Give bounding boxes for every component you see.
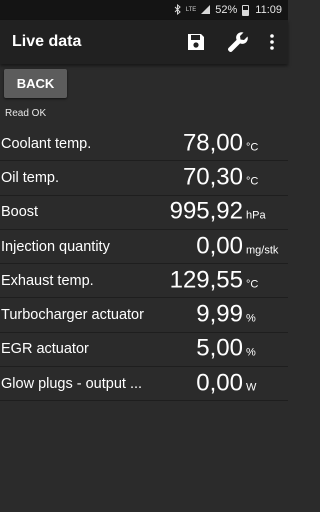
row-value: 0,00: [196, 369, 243, 397]
row-unit: %: [246, 312, 256, 325]
clock: 11:09: [255, 4, 282, 16]
status-bar: LTE 52% 11:09: [0, 0, 288, 20]
live-data-list: Coolant temp. 78,00 °C Oil temp. 70,30 °C Boos…: [0, 127, 288, 402]
row-unit: hPa: [246, 209, 266, 222]
bluetooth-icon: [174, 3, 182, 17]
row-label: Boost: [1, 204, 39, 221]
row-unit: °C: [246, 141, 259, 154]
row-value: 9,99: [196, 300, 243, 328]
battery-icon: [242, 4, 250, 16]
save-button[interactable]: [180, 26, 212, 58]
wrench-icon: [226, 30, 250, 54]
lte-signal-icon: LTE: [185, 7, 197, 13]
battery-percent: 52%: [215, 4, 238, 16]
row-value: 78,00: [182, 129, 243, 157]
row-value: 5,00: [196, 334, 243, 362]
row-label: Glow plugs - output ...: [1, 375, 143, 392]
row-label: EGR actuator: [1, 341, 89, 358]
row-unit: mg/stk: [246, 244, 279, 257]
read-status: Read OK: [5, 108, 47, 119]
signal-icon: [200, 4, 211, 17]
overflow-menu-button[interactable]: [262, 26, 282, 58]
data-row[interactable]: Glow plugs - output ... 0,00 W: [0, 367, 288, 402]
data-row[interactable]: EGR actuator 5,00%: [0, 333, 288, 368]
row-unit: °C: [246, 175, 259, 188]
data-row[interactable]: Coolant temp. 78,00 °C: [0, 127, 288, 162]
row-unit: %: [246, 347, 256, 360]
data-row[interactable]: Injection quantity 0,00 mg/stk: [0, 230, 288, 265]
row-value: 70,30: [182, 163, 243, 191]
row-label: Exhaust temp.: [1, 272, 94, 289]
data-row[interactable]: Boost 995,92 hPa: [0, 196, 288, 230]
row-label: Coolant temp.: [1, 135, 92, 152]
data-row[interactable]: Oil temp. 70,30 °C: [0, 161, 288, 196]
row-label: Injection quantity: [1, 238, 110, 255]
row-value: 129,55: [169, 266, 243, 294]
live-data-screen: LTE 52% 11:09 Live data BACK Read OK Coo…: [0, 0, 288, 512]
back-button[interactable]: BACK: [4, 69, 67, 98]
overflow-menu-icon: [269, 33, 275, 51]
row-value: 995,92: [169, 197, 243, 225]
data-row[interactable]: Turbocharger actuator 9,99%: [0, 298, 288, 333]
data-row[interactable]: Exhaust temp. 129,55 °C: [0, 264, 288, 299]
row-value: 0,00: [196, 231, 243, 259]
row-unit: °C: [246, 278, 259, 291]
page-title: Live data: [12, 33, 82, 50]
row-unit: W: [246, 381, 257, 394]
save-icon: [186, 32, 206, 52]
app-bar: Live data: [0, 20, 288, 64]
row-label: Oil temp.: [1, 169, 60, 186]
row-label: Turbocharger actuator: [1, 307, 144, 324]
settings-button[interactable]: [222, 26, 254, 58]
